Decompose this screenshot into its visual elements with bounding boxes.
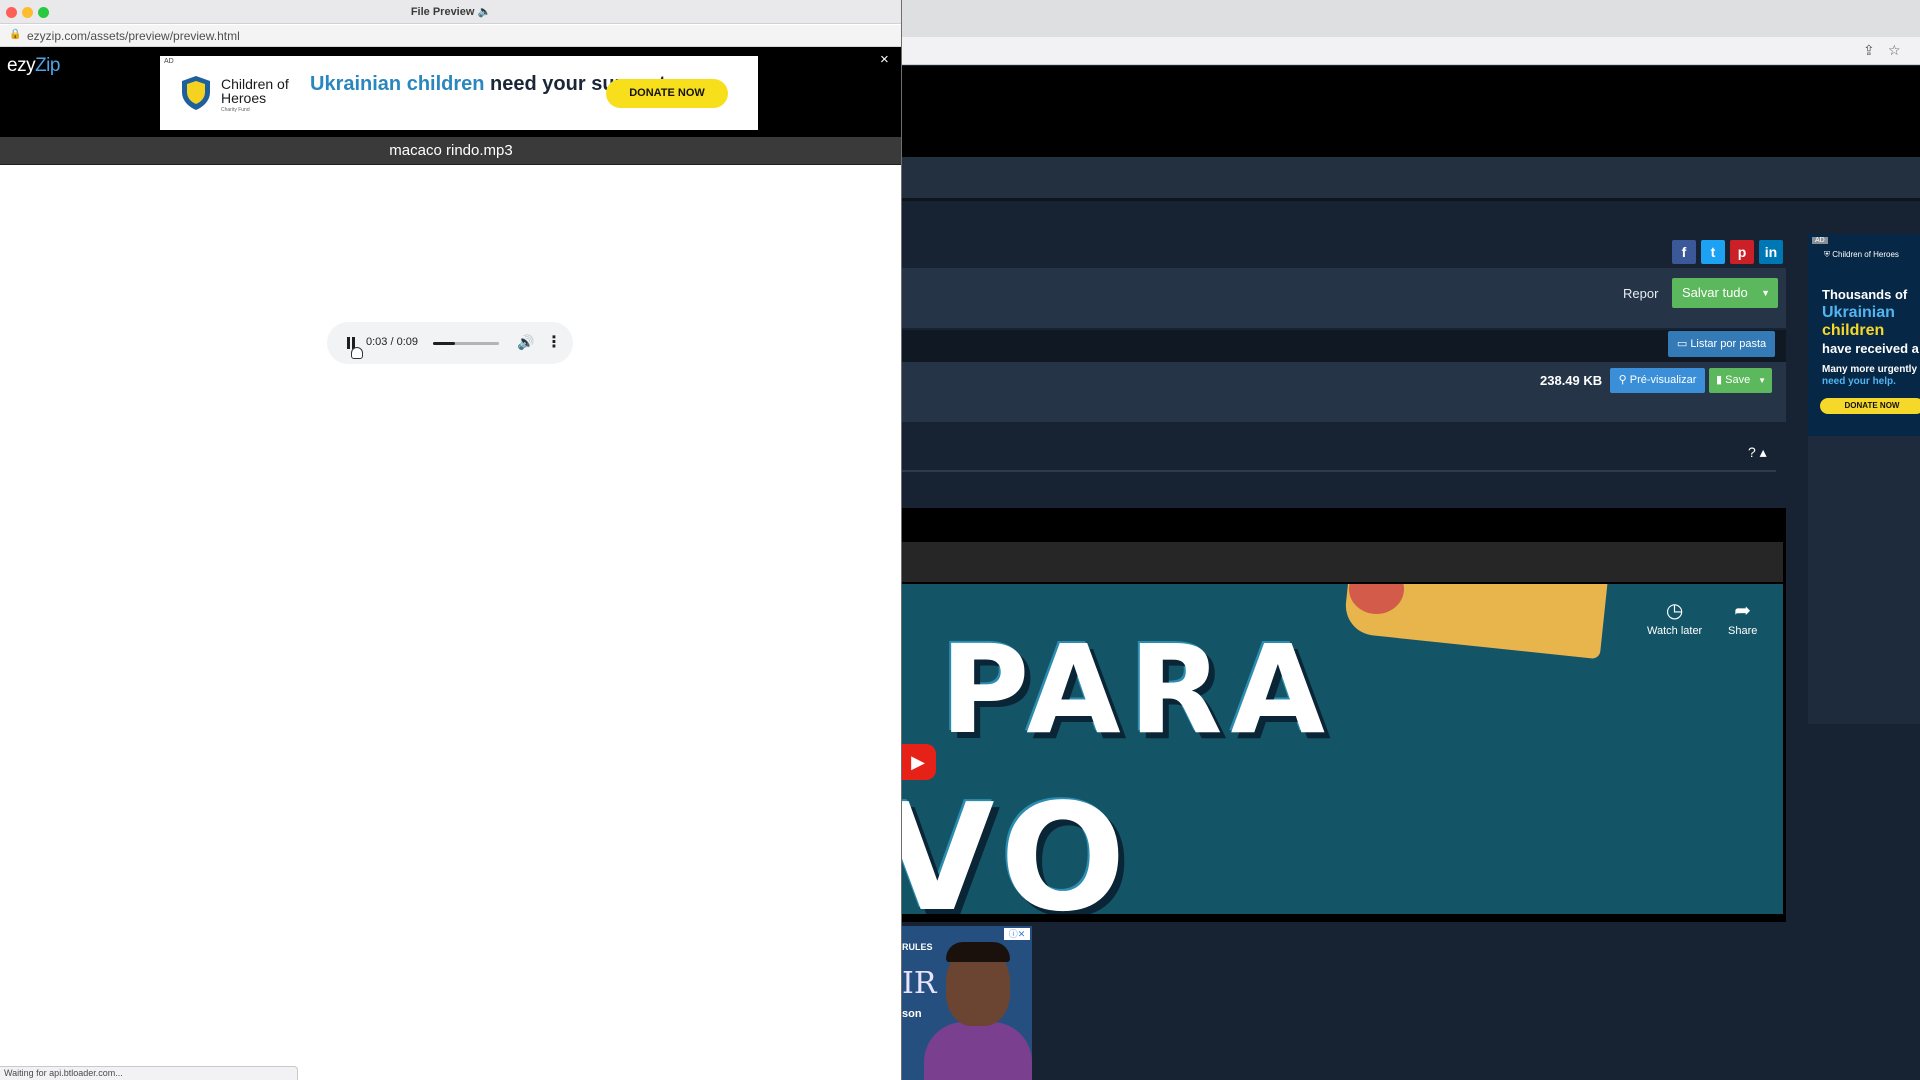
file-icon: ▮	[1716, 374, 1726, 386]
background-toolbar: ⇪ ☆	[900, 37, 1920, 65]
share-button[interactable]: ➦ Share	[1728, 598, 1757, 637]
side-ad-highlight1: Ukrainian	[1822, 304, 1895, 321]
bottom-advertisement[interactable]: RULES IR son ⓘ✕	[900, 926, 1032, 1080]
side-ad-headline: Thousands of Ukrainian children have rec…	[1822, 286, 1920, 358]
page-header: ezyZip × AD Children of Heroes Charity F…	[0, 47, 901, 137]
share-icon[interactable]: ⇪	[1863, 42, 1875, 59]
share-arrow-icon: ➦	[1734, 600, 1752, 622]
status-text: Waiting for api.btloader.com...	[4, 1068, 123, 1078]
youtube-video-embed[interactable]: PARA VO ORIGINAL ▶ ◷ Watch later ➦ Share	[900, 508, 1786, 922]
chevron-down-icon: ▼	[1761, 288, 1770, 298]
charity-name: Children of Heroes	[221, 76, 289, 106]
site-nav	[900, 157, 1920, 201]
youtube-play-icon[interactable]: ▶	[900, 744, 936, 780]
ad-badge: AD	[1812, 237, 1828, 244]
page-url: ezyzip.com/assets/preview/preview.html	[27, 29, 240, 43]
side-ad-donate-button[interactable]: DONATE NOW	[1820, 398, 1920, 414]
file-preview-window: File Preview 🔈 🔒 ezyzip.com/assets/previ…	[0, 0, 902, 1080]
preview-label: Pré-visualizar	[1629, 374, 1697, 386]
linkedin-share-icon[interactable]: in	[1759, 240, 1783, 264]
playback-time: 0:03 / 0:09	[366, 336, 418, 348]
charity-logo: ⛨ Children of Heroes	[1824, 250, 1899, 259]
ad-headline-highlight: Ukrainian children	[310, 73, 485, 95]
file-name-bar: macaco rindo.mp3	[0, 137, 901, 165]
shield-icon	[182, 76, 210, 110]
side-ad-line2: have received a	[1822, 341, 1919, 356]
video-title-strip	[900, 542, 1783, 582]
file-name: macaco rindo.mp3	[389, 142, 513, 159]
top-advertisement[interactable]: AD Children of Heroes Charity Fund Ukrai…	[160, 56, 758, 130]
lock-icon: 🔒	[9, 29, 22, 40]
list-by-folder-button[interactable]: ▭ Listar por pasta	[1668, 331, 1775, 357]
charity-name: Children of Heroes	[1832, 250, 1899, 259]
save-all-button[interactable]: Salvar tudo ▼	[1672, 278, 1778, 308]
side-ad-line1: Thousands of	[1822, 287, 1908, 302]
ad-person-hair	[946, 942, 1010, 962]
audio-player[interactable]: 0:03 / 0:09 🔊 ⋮	[327, 322, 573, 364]
folder-icon: ▭	[1676, 338, 1691, 350]
logo-zip: Zip	[35, 55, 60, 76]
side-ad-sub2: need your help.	[1822, 376, 1896, 387]
save-label: Save	[1725, 374, 1751, 386]
help-toggle[interactable]: ? ▴	[1748, 444, 1767, 461]
window-titlebar: File Preview 🔈	[0, 0, 901, 24]
watch-later-button[interactable]: ◷ Watch later	[1647, 598, 1702, 637]
mouse-cursor	[351, 347, 363, 359]
clock-icon: ◷	[1665, 600, 1684, 622]
progress-fill	[433, 342, 455, 345]
ad-title-letters: IR	[902, 966, 937, 1001]
side-ad-highlight2: children	[1822, 322, 1885, 339]
ad-rules-text: RULES	[902, 942, 933, 952]
status-bar: Waiting for api.btloader.com...	[0, 1066, 298, 1080]
more-vertical-icon[interactable]: ⋮	[546, 332, 562, 352]
twitter-share-icon[interactable]: t	[1701, 240, 1725, 264]
side-ad-sub1: Many more urgently	[1822, 364, 1918, 375]
volume-icon[interactable]: 🔊	[517, 334, 534, 351]
logo-ezy: ezy	[7, 55, 36, 76]
charity-subtitle: Charity Fund	[221, 107, 250, 113]
side-ad-subtext: Many more urgently need your help.	[1822, 364, 1917, 388]
folder-panel	[900, 330, 1786, 362]
save-all-label: Salvar tudo	[1682, 285, 1748, 300]
watch-later-label: Watch later	[1647, 625, 1703, 637]
facebook-share-icon[interactable]: f	[1672, 240, 1696, 264]
window-title: File Preview 🔈	[410, 6, 492, 18]
list-by-folder-label: Listar por pasta	[1690, 338, 1767, 350]
ezyzip-logo[interactable]: ezyZip	[7, 55, 60, 77]
side-advertisement[interactable]: AD ⛨ Children of Heroes Thousands of Ukr…	[1808, 234, 1920, 436]
video-thumbnail[interactable]: PARA VO ORIGINAL ▶ ◷ Watch later ➦ Share	[900, 584, 1783, 914]
address-bar[interactable]: 🔒 ezyzip.com/assets/preview/preview.html	[0, 25, 901, 47]
close-icon[interactable]: ×	[880, 51, 889, 68]
preview-button[interactable]: ⚲ Pré-visualizar	[1610, 368, 1705, 393]
share-label: Share	[1728, 625, 1758, 637]
progress-slider[interactable]	[433, 342, 499, 345]
shield-icon: ⛨	[1824, 250, 1833, 259]
ad-name-text: son	[902, 1008, 922, 1020]
video-caption-line2: VO ORIGINAL	[900, 772, 1134, 914]
donate-now-button[interactable]: DONATE NOW	[606, 79, 728, 108]
save-file-button[interactable]: ▮ Save ▼	[1709, 368, 1772, 393]
bookmark-star-icon[interactable]: ☆	[1888, 42, 1901, 59]
reset-link[interactable]: Repor	[1623, 286, 1658, 301]
background-tab-strip	[900, 0, 1920, 37]
file-size: 238.49 KB	[1540, 373, 1603, 388]
site-header	[900, 66, 1920, 157]
ad-person-jacket	[924, 1022, 1032, 1080]
search-icon: ⚲	[1618, 374, 1630, 386]
divider	[900, 470, 1776, 472]
adchoices-icon[interactable]: ⓘ✕	[1004, 928, 1030, 940]
video-caption-line1: PARA	[940, 619, 1333, 761]
ad-badge: AD	[164, 58, 174, 65]
chevron-down-icon: ▼	[1758, 376, 1766, 385]
side-panel	[1808, 436, 1920, 724]
pinterest-share-icon[interactable]: p	[1730, 240, 1754, 264]
